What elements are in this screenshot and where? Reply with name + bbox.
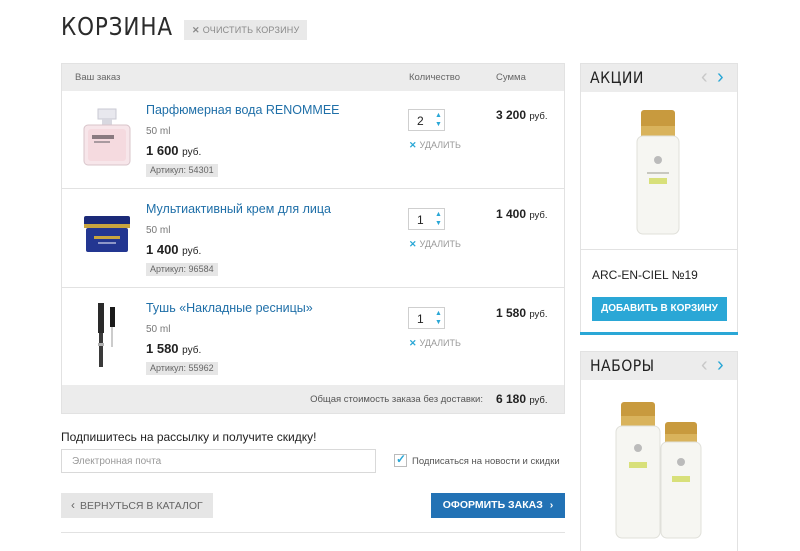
quantity-value: 1 [417,312,424,326]
product-sku: Артикул: 96584 [146,263,218,276]
subscribe-checkbox[interactable]: ✓ [394,452,407,467]
perfume-bottle-image [83,108,131,166]
quantity-value: 2 [417,114,424,128]
close-icon: ✕ [409,239,417,249]
subscribe-title: Подпишитесь на рассылку и получите скидк… [61,430,317,444]
divider [61,532,565,533]
promo-product-image [636,110,680,235]
sets-header: НАБОРЫ ‹ › [581,352,737,380]
product-name-link[interactable]: Мультиактивный крем для лица [146,202,331,216]
close-icon: ✕ [409,338,417,348]
row-sum: 3 200 руб. [496,108,548,122]
remove-item-button[interactable]: ✕ УДАЛИТЬ [409,239,461,250]
chevron-down-icon[interactable]: ▼ [434,121,443,129]
chevron-left-icon: ‹ [71,498,75,512]
chevron-up-icon[interactable]: ▲ [434,211,443,219]
promo-title: АКЦИИ [590,68,644,87]
product-volume: 50 ml [146,225,171,236]
total-label: Общая стоимость заказа без доставки: [310,394,483,405]
divider [581,249,737,250]
chevron-right-icon[interactable]: › [717,66,724,88]
cart-table: Ваш заказ Количество Сумма Парфюмерная в… [61,63,565,414]
cart-total-bar: Общая стоимость заказа без доставки: 6 1… [62,385,564,413]
total-value: 6 180 руб. [496,392,548,406]
remove-item-button[interactable]: ✕ УДАЛИТЬ [409,338,461,349]
chevron-right-icon[interactable]: › [717,354,724,376]
clear-cart-label: ОЧИСТИТЬ КОРЗИНУ [202,25,300,35]
page-title: КОРЗИНА [61,12,173,41]
promo-widget: АКЦИИ ‹ › ARC-EN-CIEL №19 ДОБАВИТЬ В КОР… [580,63,738,335]
chevron-up-icon[interactable]: ▲ [434,310,443,318]
chevron-left-icon[interactable]: ‹ [701,354,708,376]
sets-title: НАБОРЫ [590,356,655,375]
product-price: 1 600 руб. [146,143,202,158]
chevron-left-icon[interactable]: ‹ [701,66,708,88]
product-price: 1 580 руб. [146,341,202,356]
header-sum: Сумма [496,72,526,83]
close-icon: ✕ [409,140,417,150]
close-icon: ✕ [192,25,200,35]
quantity-stepper[interactable]: 2 ▲ ▼ [408,109,445,131]
checkout-button[interactable]: ОФОРМИТЬ ЗАКАЗ › [431,493,565,518]
quantity-stepper[interactable]: 1 ▲ ▼ [408,307,445,329]
back-to-catalog-button[interactable]: ‹ ВЕРНУТЬСЯ В КАТАЛОГ [61,493,213,518]
cream-jar-image [84,216,130,252]
product-sku: Артикул: 55962 [146,362,218,375]
accent-bar [580,332,738,335]
table-row: Тушь «Накладные ресницы» 50 ml 1 580 руб… [62,289,564,387]
product-sku: Артикул: 54301 [146,164,218,177]
table-row: Парфюмерная вода RENOMMEE 50 ml 1 600 ру… [62,91,564,189]
product-name-link[interactable]: Тушь «Накладные ресницы» [146,301,313,315]
chevron-down-icon[interactable]: ▼ [434,319,443,327]
sets-product-image [615,402,702,539]
promo-header: АКЦИИ ‹ › [581,64,737,92]
remove-item-button[interactable]: ✕ УДАЛИТЬ [409,140,461,151]
quantity-stepper[interactable]: 1 ▲ ▼ [408,208,445,230]
add-to-cart-button[interactable]: ДОБАВИТЬ В КОРЗИНУ [592,297,727,321]
chevron-down-icon[interactable]: ▼ [434,220,443,228]
cart-header: Ваш заказ Количество Сумма [62,64,564,91]
chevron-up-icon[interactable]: ▲ [434,112,443,120]
quantity-value: 1 [417,213,424,227]
checkmark-icon: ✓ [396,452,407,466]
header-order: Ваш заказ [75,72,121,83]
row-sum: 1 580 руб. [496,306,548,320]
mascara-image [98,303,115,367]
chevron-right-icon: › [549,499,554,511]
row-sum: 1 400 руб. [496,207,548,221]
subscribe-checkbox-label: Подписаться на новости и скидки [412,456,560,467]
header-quantity: Количество [409,72,461,83]
email-field[interactable] [61,449,376,473]
product-volume: 50 ml [146,126,171,137]
product-volume: 50 ml [146,324,171,335]
clear-cart-button[interactable]: ✕ ОЧИСТИТЬ КОРЗИНУ [184,20,308,40]
product-name-link[interactable]: Парфюмерная вода RENOMMEE [146,103,340,117]
product-price: 1 400 руб. [146,242,202,257]
table-row: Мультиактивный крем для лица 50 ml 1 400… [62,190,564,288]
sets-widget: НАБОРЫ ‹ › [580,351,738,551]
promo-product-name: ARC-EN-CIEL №19 [592,268,698,282]
